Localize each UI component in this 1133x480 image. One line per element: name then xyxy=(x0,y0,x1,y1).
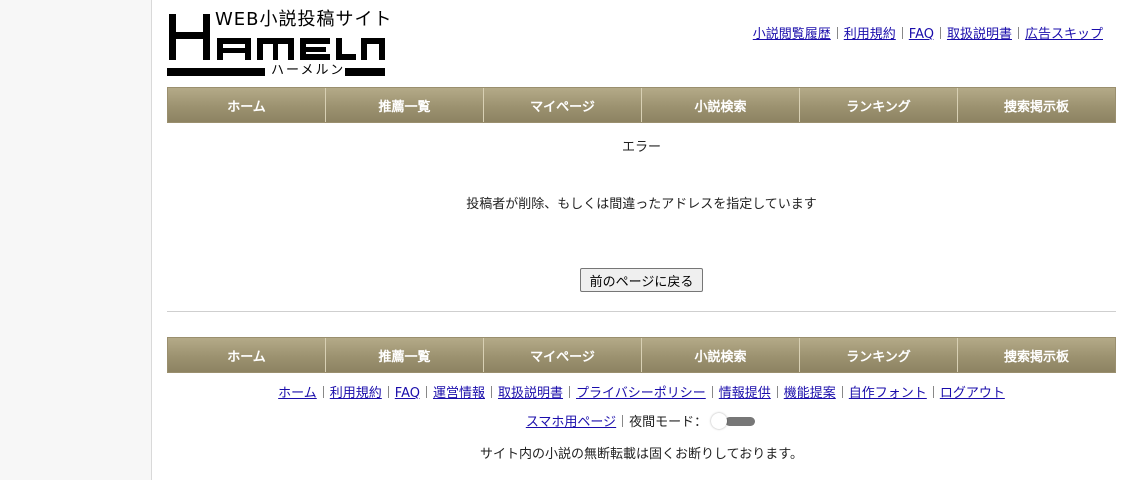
main-nav-top: ホーム 推薦一覧 マイページ 小説検索 ランキング 捜索掲示板 xyxy=(167,87,1116,123)
manual-link[interactable]: 取扱説明書 xyxy=(947,27,1012,42)
nav-ranking[interactable]: ランキング xyxy=(800,88,958,122)
left-gutter xyxy=(0,0,152,480)
back-button[interactable]: 前のページに戻る xyxy=(580,268,703,292)
link-separator xyxy=(711,386,713,398)
nav-home[interactable]: ホーム xyxy=(168,88,326,122)
nav-novel-search[interactable]: 小説検索 xyxy=(642,338,800,372)
site-logo[interactable]: WEB小説投稿サイト ハーメルン xyxy=(167,8,392,82)
link-separator xyxy=(1017,27,1019,39)
nav-recommendations[interactable]: 推薦一覧 xyxy=(326,88,484,122)
footer-link-home[interactable]: ホーム xyxy=(278,386,317,401)
mobile-page-link[interactable]: スマホ用ページ xyxy=(526,415,616,430)
footer-link-faq[interactable]: FAQ xyxy=(395,386,420,401)
error-title: エラー xyxy=(621,140,661,155)
logo-kana: ハーメルン xyxy=(271,63,346,78)
link-separator xyxy=(841,386,843,398)
logo-tagline: WEB小説投稿サイト xyxy=(215,9,393,30)
footer-link-privacy[interactable]: プライバシーポリシー xyxy=(576,386,706,401)
footer-link-manual[interactable]: 取扱説明書 xyxy=(498,386,563,401)
footer-link-operator-info[interactable]: 運営情報 xyxy=(433,386,485,401)
link-separator xyxy=(569,386,571,398)
toggle-track xyxy=(725,417,756,426)
link-separator xyxy=(901,27,903,39)
nav-home[interactable]: ホーム xyxy=(168,338,326,372)
faq-link[interactable]: FAQ xyxy=(909,27,934,42)
terms-link[interactable]: 利用規約 xyxy=(844,27,896,42)
link-separator xyxy=(932,386,934,398)
header-links: 小説閲覧履歴 利用規約 FAQ 取扱説明書 広告スキップ xyxy=(753,27,1103,43)
footer-link-custom-font[interactable]: 自作フォント xyxy=(849,386,927,401)
nav-ranking[interactable]: ランキング xyxy=(800,338,958,372)
link-separator xyxy=(622,415,624,427)
footer-link-feature-request[interactable]: 機能提案 xyxy=(784,386,836,401)
ad-skip-link[interactable]: 広告スキップ xyxy=(1025,27,1103,42)
footer-link-terms[interactable]: 利用規約 xyxy=(330,386,382,401)
nav-recommendations[interactable]: 推薦一覧 xyxy=(326,338,484,372)
nav-search-board[interactable]: 捜索掲示板 xyxy=(958,88,1115,122)
link-separator xyxy=(776,386,778,398)
content-divider xyxy=(167,311,1116,312)
error-message: 投稿者が削除、もしくは間違ったアドレスを指定しています xyxy=(466,197,817,212)
link-separator xyxy=(491,386,492,398)
night-mode-toggle[interactable] xyxy=(711,413,757,429)
link-separator xyxy=(836,27,838,39)
link-separator xyxy=(425,386,427,398)
nav-search-board[interactable]: 捜索掲示板 xyxy=(958,338,1115,372)
reading-history-link[interactable]: 小説閲覧履歴 xyxy=(753,27,831,42)
footer-link-logout[interactable]: ログアウト xyxy=(940,386,1005,401)
night-mode-label: 夜間モード： xyxy=(629,415,708,430)
footer-link-info-provide[interactable]: 情報提供 xyxy=(719,386,771,401)
main-nav-bottom: ホーム 推薦一覧 マイページ 小説検索 ランキング 捜索掲示板 xyxy=(167,337,1116,373)
nav-novel-search[interactable]: 小説検索 xyxy=(642,88,800,122)
copyright-notice: サイト内の小説の無断転載は固くお断りしております。 xyxy=(480,447,803,462)
toggle-knob xyxy=(711,413,728,429)
link-separator xyxy=(322,386,324,398)
footer-mode-row: スマホ用ページ 夜間モード： xyxy=(167,413,1116,431)
nav-mypage[interactable]: マイページ xyxy=(484,88,642,122)
link-separator xyxy=(387,386,389,398)
footer-links: ホーム 利用規約 FAQ 運営情報 取扱説明書 プライバシーポリシー 情報提供 機能提案 自作フ… xyxy=(167,386,1116,402)
link-separator xyxy=(939,27,941,39)
nav-mypage[interactable]: マイページ xyxy=(484,338,642,372)
